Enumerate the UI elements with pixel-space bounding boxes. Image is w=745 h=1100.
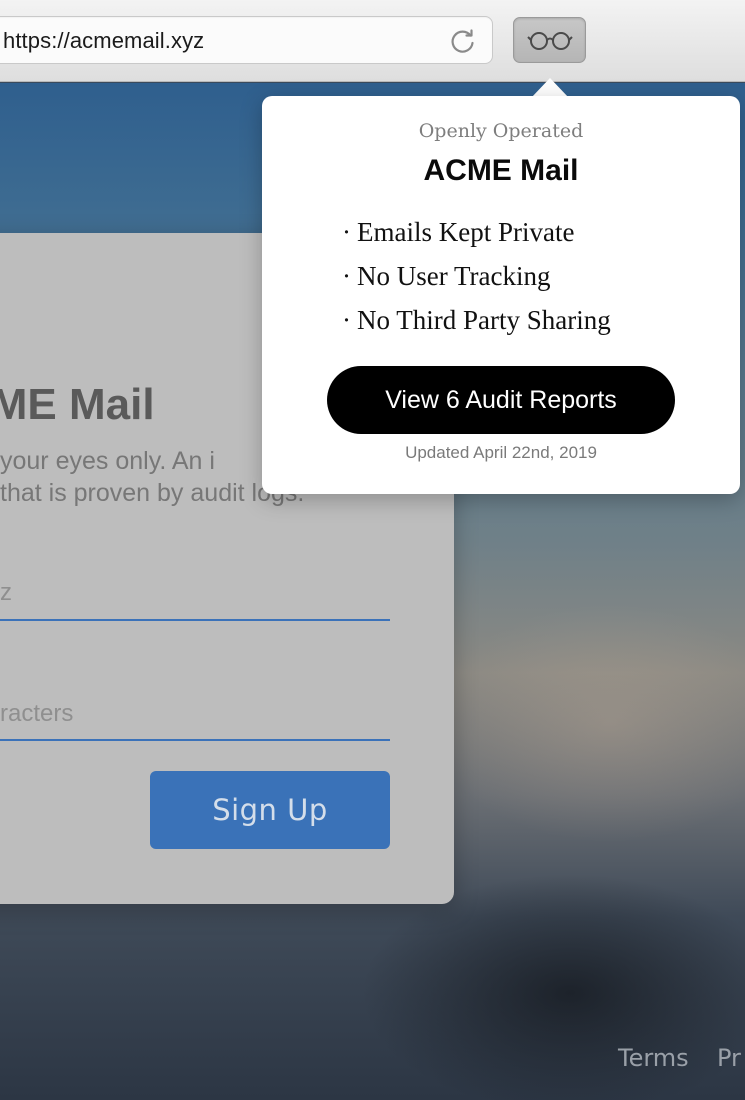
list-item: · No Third Party Sharing	[342, 302, 611, 346]
bullet-icon: ·	[342, 217, 351, 247]
popover-kicker: Openly Operated	[418, 120, 584, 142]
card-title: CME Mail	[0, 380, 155, 429]
browser-toolbar: https://acmemail.xyz	[0, 0, 745, 82]
signup-button[interactable]: Sign Up	[150, 771, 390, 849]
bullet-icon: ·	[342, 261, 351, 291]
email-field[interactable]: z	[0, 579, 12, 607]
popover-arrow	[531, 78, 569, 98]
updated-date: Updated April 22nd, 2019	[405, 443, 597, 462]
address-bar[interactable]: https://acmemail.xyz	[0, 16, 493, 64]
popover-title: ACME Mail	[423, 154, 579, 187]
list-item: · No User Tracking	[342, 258, 611, 302]
background-blur	[430, 603, 745, 843]
extension-button[interactable]	[513, 17, 586, 63]
bullet-icon: ·	[342, 305, 351, 335]
email-field-underline	[0, 619, 390, 621]
privacy-link[interactable]: Pr	[717, 1044, 741, 1072]
view-audit-reports-button[interactable]: View 6 Audit Reports	[327, 366, 675, 434]
password-field-underline	[0, 739, 390, 741]
list-item: · Emails Kept Private	[342, 214, 611, 258]
terms-link[interactable]: Terms	[618, 1044, 689, 1072]
claim-text: Emails Kept Private	[357, 217, 575, 247]
password-field[interactable]: racters	[0, 700, 73, 728]
url-text[interactable]: https://acmemail.xyz	[3, 28, 204, 54]
reload-icon[interactable]	[448, 26, 478, 56]
claim-text: No User Tracking	[357, 261, 551, 291]
claim-text: No Third Party Sharing	[357, 305, 611, 335]
privacy-claims-list: · Emails Kept Private · No User Tracking ·…	[342, 214, 611, 346]
openly-operated-popover: Openly Operated ACME Mail · Emails Kept P…	[262, 96, 740, 494]
